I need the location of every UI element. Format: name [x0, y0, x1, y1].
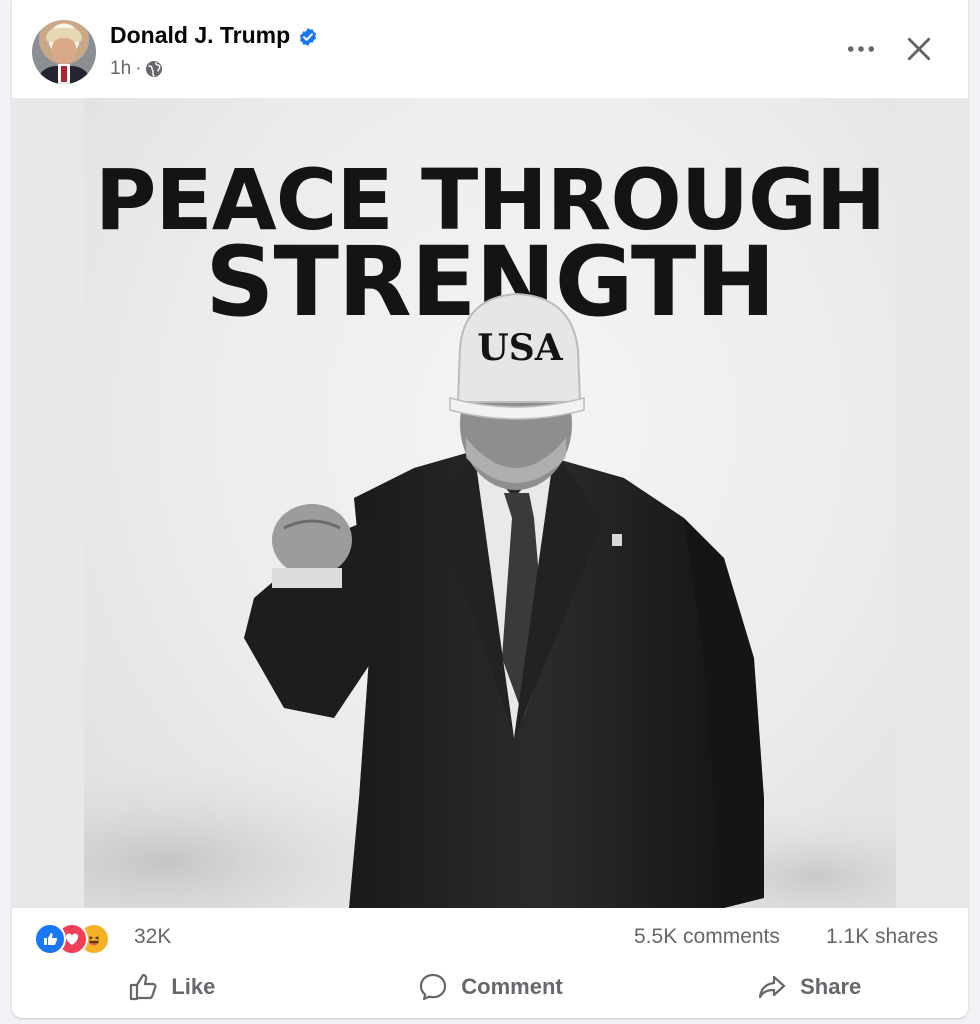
- comments-count[interactable]: 5.5K comments: [634, 925, 780, 949]
- more-options-icon: [847, 46, 875, 52]
- more-options-button[interactable]: [842, 30, 880, 68]
- post-meta: 1h ·: [110, 58, 163, 80]
- avatar-face: [52, 38, 76, 64]
- like-label: Like: [171, 974, 216, 999]
- post-time[interactable]: 1h: [110, 58, 131, 80]
- shares-count[interactable]: 1.1K shares: [826, 925, 938, 949]
- author-name-row: Donald J. Trump: [110, 22, 318, 49]
- share-label: Share: [800, 974, 862, 999]
- comment-button[interactable]: Comment: [331, 958, 650, 1016]
- post-card: Donald J. Trump 1h · PEACE THROUGH STREN…: [12, 0, 968, 1018]
- reaction-icons[interactable]: [34, 923, 124, 955]
- comment-icon: [420, 973, 447, 1001]
- like-button[interactable]: Like: [12, 958, 331, 1016]
- avatar-tie: [61, 66, 67, 82]
- globe-icon: [145, 60, 163, 78]
- close-button[interactable]: [900, 30, 938, 68]
- comment-label: Comment: [461, 974, 563, 999]
- close-icon: [907, 37, 931, 61]
- man-silhouette-illustration: USA: [84, 292, 896, 908]
- reaction-count[interactable]: 32K: [134, 925, 171, 949]
- post-actions: Like Comment Share: [12, 958, 968, 1016]
- post-header: Donald J. Trump 1h ·: [12, 0, 968, 98]
- author-name[interactable]: Donald J. Trump: [110, 22, 290, 49]
- cap-text: USA: [477, 327, 563, 369]
- verified-badge-icon: [298, 26, 318, 46]
- post-photo[interactable]: PEACE THROUGH STRENGTH USA: [84, 98, 896, 908]
- share-icon: [758, 975, 786, 999]
- like-reaction-icon: [34, 923, 66, 955]
- meta-separator: ·: [135, 58, 142, 79]
- share-button[interactable]: Share: [649, 958, 968, 1016]
- like-icon: [130, 973, 157, 1001]
- author-avatar[interactable]: [32, 20, 96, 84]
- post-media[interactable]: PEACE THROUGH STRENGTH USA: [12, 98, 968, 908]
